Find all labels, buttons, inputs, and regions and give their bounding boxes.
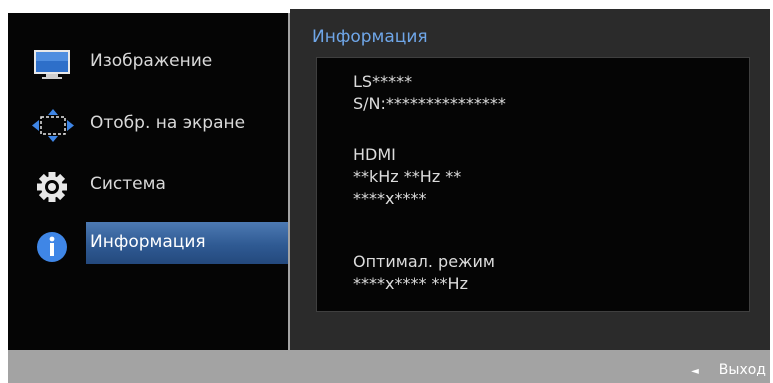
menu-item-system[interactable]: Система	[8, 164, 288, 208]
left-arrow-icon: ◄	[691, 366, 699, 377]
osd-window: Изображение Отобр. на экране Система Инф…	[8, 9, 770, 383]
menu-item-information[interactable]: Информация	[8, 222, 288, 266]
menu-item-label: Изображение	[90, 51, 213, 71]
main-menu: Изображение Отобр. на экране Система Инф…	[8, 13, 288, 350]
panel-title: Информация	[312, 27, 428, 47]
optimal-mode-label: Оптимал. режим	[353, 252, 495, 271]
resolution: ****x****	[353, 189, 427, 208]
screen-arrows-icon	[32, 109, 76, 143]
bottom-bar: ◄ Выход	[8, 350, 770, 383]
menu-item-picture[interactable]: Изображение	[8, 41, 288, 85]
serial-number: S/N:***************	[353, 94, 506, 113]
signal-frequency: **kHz **Hz **	[353, 167, 462, 186]
info-icon	[32, 228, 76, 262]
input-source: HDMI	[353, 145, 396, 164]
menu-item-label: Отобр. на экране	[90, 113, 246, 133]
model-name: LS*****	[353, 72, 413, 91]
monitor-icon	[32, 47, 76, 81]
gear-icon	[32, 170, 76, 204]
menu-item-label: Информация	[90, 232, 206, 252]
information-box: LS***** S/N:*************** HDMI **kHz *…	[316, 57, 750, 312]
optimal-mode-value: ****x**** **Hz	[353, 274, 468, 293]
information-panel: Информация LS***** S/N:*************** H…	[290, 9, 770, 350]
menu-item-label: Система	[90, 174, 166, 194]
menu-item-onscreen-display[interactable]: Отобр. на экране	[8, 103, 288, 147]
exit-label: Выход	[718, 362, 766, 378]
exit-button[interactable]: ◄ Выход	[691, 362, 766, 378]
